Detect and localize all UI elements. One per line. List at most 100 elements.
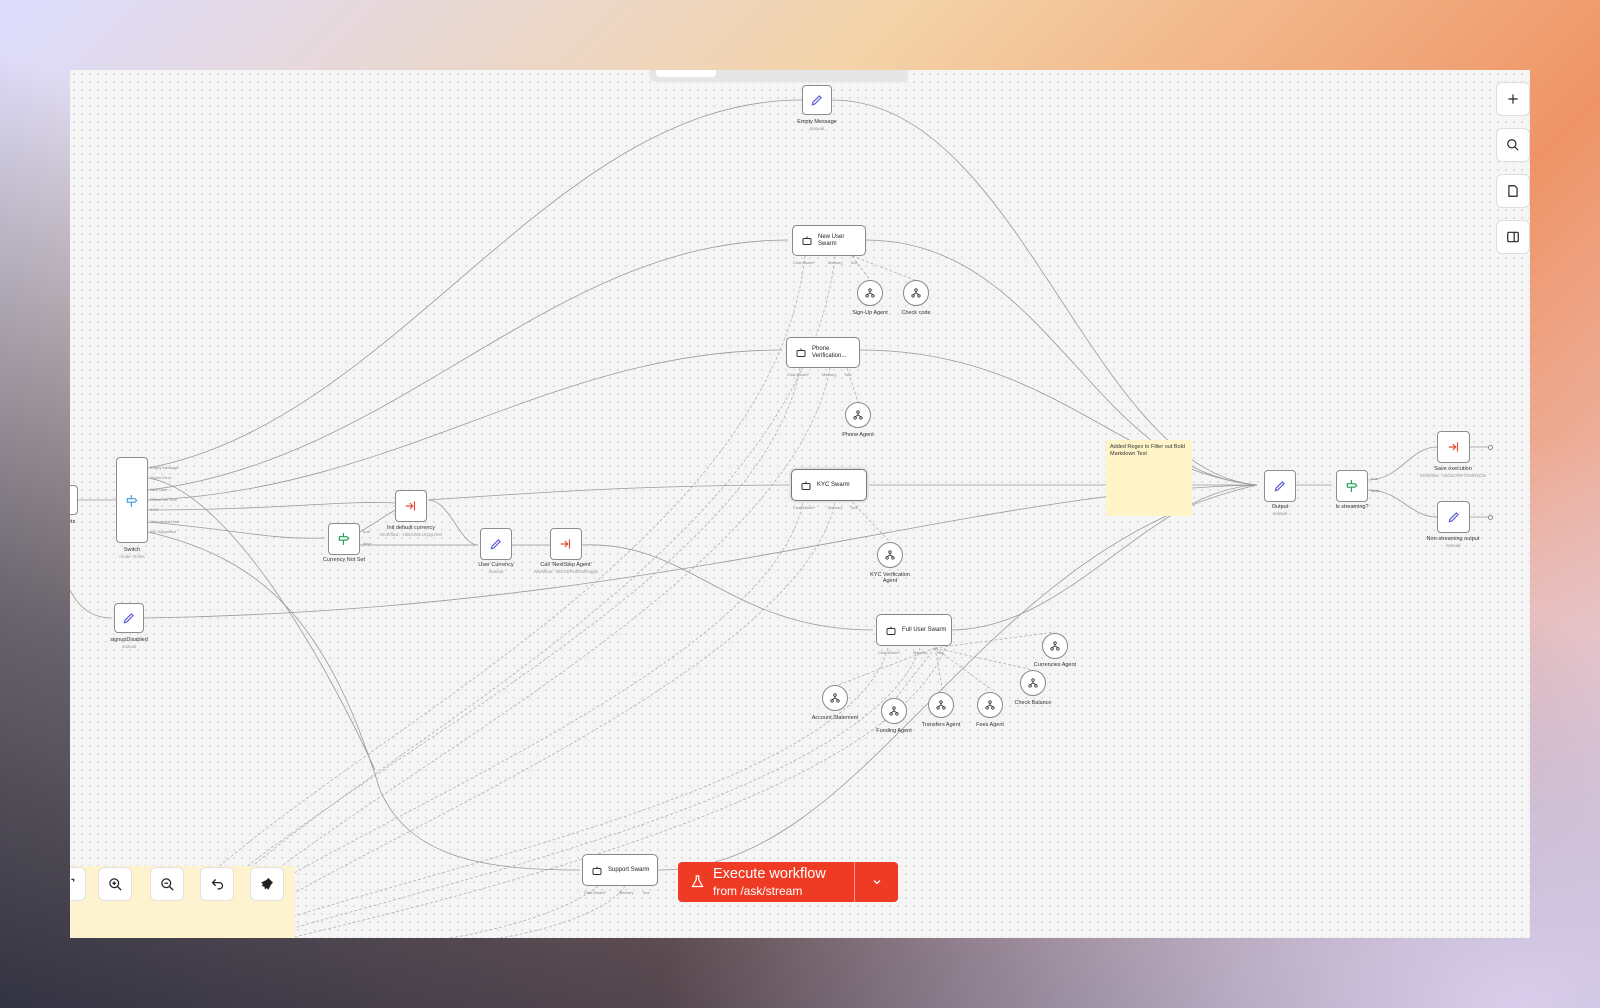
full-user-swarm-node[interactable]: Full User Swarm	[876, 614, 952, 646]
agent-tree-icon	[889, 706, 899, 716]
non-streaming-output-node[interactable]	[1437, 501, 1470, 533]
execute-workflow-icon	[1448, 442, 1459, 452]
non-streaming-output-sub: manual	[1445, 543, 1461, 548]
toggle-panel-button[interactable]	[1496, 220, 1530, 254]
zoom-out-button[interactable]	[150, 867, 184, 901]
init-currency-label: Init default currency	[387, 525, 435, 531]
agent-tree-icon	[936, 700, 946, 710]
tidy-up-button[interactable]	[250, 867, 284, 901]
execute-workflow-icon	[560, 539, 571, 549]
sticky-note[interactable]: Added Regex to Filter out Bold Markdown …	[1106, 440, 1192, 516]
full-user-tool-port: Tool	[936, 650, 944, 655]
connection-lines	[70, 99, 1488, 938]
init-currency-node[interactable]	[395, 490, 427, 522]
check-balance-tool[interactable]	[1020, 670, 1046, 696]
is-streaming-false-label: false	[1371, 488, 1380, 493]
kyc-model-port: Chat Model*	[793, 505, 816, 510]
kyc-verification-agent-tool[interactable]	[877, 542, 903, 568]
switch-out-5: Onboarded User	[150, 519, 180, 524]
phone-verification-node[interactable]: Phone Verification...	[786, 337, 860, 368]
switch-out-0: Empty Message	[150, 465, 179, 470]
switch-sub: mode: Rules	[119, 554, 145, 559]
call-nextstep-sub: Workflow: ·BkcXEPcdFtahHqgm	[533, 569, 599, 574]
pencil-icon	[1274, 481, 1285, 492]
new-user-swarm-title: New User Swarm	[818, 234, 845, 247]
call-nextstep-node[interactable]	[550, 528, 582, 560]
pencil-icon	[123, 613, 134, 624]
execute-workflow-button[interactable]: Execute workflow from /ask/stream	[678, 862, 898, 902]
fees-agent-tool[interactable]	[977, 692, 1003, 718]
new-user-tool-port: Tool	[850, 260, 858, 265]
init-currency-sub: Workflow: ·c0B4JWLUGpyzXel	[380, 532, 442, 537]
switch-out-1: Signin Error	[150, 475, 172, 480]
left-partial-label: ets	[70, 519, 76, 525]
execute-workflow-icon	[405, 501, 416, 511]
check-code-tool[interactable]	[903, 280, 929, 306]
execute-options-button[interactable]	[855, 862, 898, 902]
phone-tool-port: Tool	[844, 372, 852, 377]
currency-true-label: true	[363, 529, 370, 534]
empty-message-node[interactable]	[802, 85, 832, 115]
agent-tree-icon	[1028, 678, 1038, 688]
save-execution-label: Save execution	[1434, 466, 1472, 472]
pencil-icon	[811, 95, 822, 106]
fees-agent-label: Fees Agent	[976, 722, 1004, 728]
user-currency-node[interactable]	[480, 528, 512, 560]
workflow-canvas[interactable]: Empty Message manual ets Switch mode: Ru…	[70, 70, 1530, 938]
new-user-swarm-node[interactable]: New User Swarm	[792, 225, 866, 256]
non-streaming-add-handle[interactable]	[1488, 515, 1493, 520]
transfers-agent-tool[interactable]	[928, 692, 954, 718]
save-execution-sub: Workflow: ·u0GarXRFzXMHXCte	[1419, 473, 1487, 478]
kyc-memory-port: Memory	[828, 505, 843, 510]
support-tool-port: Tool	[642, 890, 650, 895]
signup-agent-tool[interactable]	[857, 280, 883, 306]
agent-tree-icon	[885, 550, 895, 560]
pencil-icon	[490, 539, 501, 550]
kyc-swarm-title: KYC Swarm	[817, 482, 850, 488]
kyc-swarm-node[interactable]: KYC Swarm	[791, 469, 867, 501]
account-statement-tool[interactable]	[822, 685, 848, 711]
empty-message-label: Empty Message	[797, 119, 837, 125]
switch-signpost-icon	[1346, 480, 1358, 492]
switch-signpost-icon	[126, 495, 138, 507]
left-partial-node[interactable]	[70, 485, 78, 515]
save-execution-add-handle[interactable]	[1488, 445, 1493, 450]
add-node-button[interactable]	[1496, 82, 1530, 116]
is-streaming-label: Is streaming?	[1335, 504, 1369, 510]
support-swarm-node[interactable]: Support Swarm	[582, 854, 658, 886]
signup-disabled-label: signupDisabled	[110, 637, 148, 643]
flask-icon	[691, 875, 704, 888]
switch-out-2: New User	[150, 487, 168, 492]
sticky-note-button[interactable]	[1496, 174, 1530, 208]
output-label: Output	[1271, 504, 1289, 510]
save-execution-node[interactable]	[1437, 431, 1470, 463]
currencies-agent-tool[interactable]	[1042, 633, 1068, 659]
full-user-model-port: Chat Model*	[878, 650, 901, 655]
switch-node[interactable]	[116, 457, 148, 543]
is-streaming-node[interactable]	[1336, 470, 1368, 502]
check-code-label: Check code	[901, 310, 931, 316]
agent-tree-icon	[830, 693, 840, 703]
new-user-memory-port: Memory	[828, 260, 843, 265]
currency-not-set-node[interactable]	[328, 523, 360, 555]
currencies-agent-label: Currencies Agent	[1033, 662, 1077, 668]
phone-agent-tool[interactable]	[845, 402, 871, 428]
phone-model-port: Chat Model*	[787, 372, 810, 377]
currency-not-set-label: Currency Not Set	[322, 557, 366, 563]
fit-icon	[71, 878, 75, 882]
account-statement-label: Account Statement	[811, 715, 859, 721]
phone-memory-port: Memory	[822, 372, 837, 377]
zoom-in-icon	[108, 877, 122, 891]
user-currency-sub: manual	[488, 569, 504, 574]
fit-view-button[interactable]	[70, 867, 86, 901]
search-button[interactable]	[1496, 128, 1530, 162]
zoom-in-button[interactable]	[98, 867, 132, 901]
robot-icon	[802, 236, 812, 245]
switch-out-6: Not Supported	[150, 529, 176, 534]
funding-agent-tool[interactable]	[881, 698, 907, 724]
signup-disabled-node[interactable]	[114, 603, 144, 633]
support-model-port: Chat Model*	[584, 890, 607, 895]
sticky-note-text: Added Regex to Filter out Bold Markdown …	[1110, 444, 1185, 457]
output-node[interactable]	[1264, 470, 1296, 502]
undo-button[interactable]	[200, 867, 234, 901]
